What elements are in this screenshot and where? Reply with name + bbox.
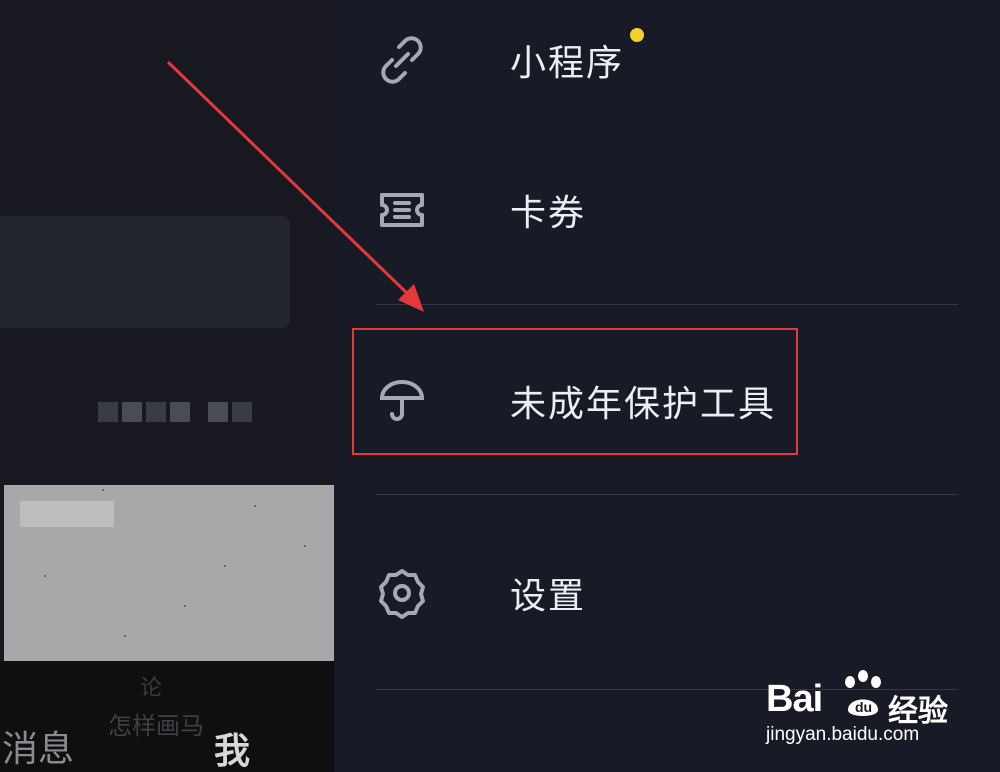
divider [376,494,958,495]
menu-item-label: 未成年保护工具 [510,384,777,425]
video-thumbnail [4,485,334,661]
menu-item-mini-programs[interactable]: 小程序 [374,25,645,95]
tab-me[interactable]: 我 [214,722,250,772]
svg-text:du: du [855,699,872,715]
watermark-url: jingyan.baidu.com [766,724,920,745]
video-caption-line1: 论 [140,676,163,701]
video-caption-line2: 怎样画马 [108,712,204,740]
menu-item-coupons[interactable]: 卡券 [374,175,586,245]
menu-item-label: 卡券 [510,193,587,234]
menu-item-label: 小程序 [510,28,645,86]
watermark-brand: Bai [766,678,823,720]
blurred-label [20,501,114,527]
ticket-icon [374,182,430,238]
blurred-username [98,402,252,422]
divider [376,304,958,305]
link-icon [374,32,430,88]
paw-icon: du [845,670,881,716]
side-drawer-menu: 小程序 卡券 未成年保护工具 设置 [334,0,1000,772]
new-badge-dot [630,28,645,42]
baidu-jingyan-watermark: Bai du 经验 jingyan.baidu.com [766,662,956,762]
tab-messages[interactable]: 消息 [2,720,74,772]
menu-item-settings[interactable]: 设置 [374,558,586,628]
gear-icon [374,565,430,621]
umbrella-icon [374,373,430,429]
background-card [0,216,290,328]
background-app: 论 怎样画马 消息 我 [0,0,334,772]
menu-item-minor-protection[interactable]: 未成年保护工具 [374,366,776,436]
menu-item-label: 设置 [510,576,587,617]
